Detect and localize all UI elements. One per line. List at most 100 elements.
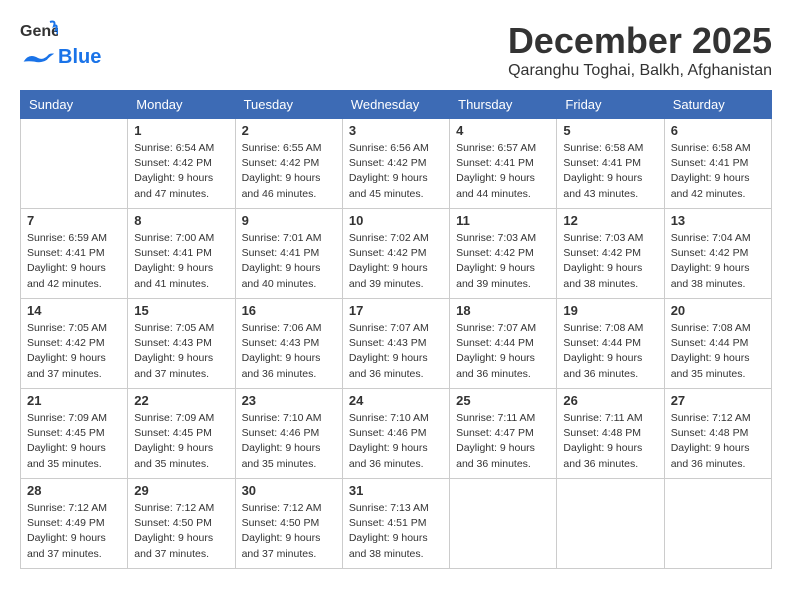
day-info: Sunrise: 7:11 AMSunset: 4:47 PMDaylight:… [456,411,550,472]
week-row-4: 28Sunrise: 7:12 AMSunset: 4:49 PMDayligh… [21,479,772,569]
day-info: Sunrise: 6:59 AMSunset: 4:41 PMDaylight:… [27,231,121,292]
calendar-cell: 28Sunrise: 7:12 AMSunset: 4:49 PMDayligh… [21,479,128,569]
calendar-cell: 23 Sunrise: 7:10 AMSunset: 4:46 PMDayligh… [235,389,342,479]
logo-bird-icon [20,47,56,69]
day-number: 28 [27,483,121,498]
day-info: Sunrise: 7:04 AMSunset: 4:42 PMDaylight:… [671,231,765,292]
calendar-cell: 31 Sunrise: 7:13 AMSunset: 4:51 PMDayligh… [342,479,449,569]
calendar-cell: 19 Sunrise: 7:08 AMSunset: 4:44 PMDayligh… [557,299,664,389]
day-number: 1 [134,123,228,138]
day-info: Sunrise: 6:58 AMSunset: 4:41 PMDaylight:… [671,141,765,202]
day-info: Sunrise: 7:01 AMSunset: 4:41 PMDaylight:… [242,231,336,292]
calendar-cell: 15 Sunrise: 7:05 AMSunset: 4:43 PMDayligh… [128,299,235,389]
day-number: 20 [671,303,765,318]
week-row-0: 1Sunrise: 6:54 AMSunset: 4:42 PMDaylight… [21,119,772,209]
day-number: 23 [242,393,336,408]
month-title: December 2025 [508,20,772,62]
day-info: Sunrise: 7:03 AMSunset: 4:42 PMDaylight:… [456,231,550,292]
calendar-cell: 10 Sunrise: 7:02 AMSunset: 4:42 PMDayligh… [342,209,449,299]
calendar-cell: 12 Sunrise: 7:03 AMSunset: 4:42 PMDayligh… [557,209,664,299]
header-wednesday: Wednesday [342,91,449,119]
day-info: Sunrise: 7:12 AMSunset: 4:50 PMDaylight:… [134,501,228,562]
calendar-cell [450,479,557,569]
day-number: 4 [456,123,550,138]
day-info: Sunrise: 6:55 AMSunset: 4:42 PMDaylight:… [242,141,336,202]
calendar-cell [664,479,771,569]
calendar-cell: 3Sunrise: 6:56 AMSunset: 4:42 PMDaylight… [342,119,449,209]
day-info: Sunrise: 7:05 AMSunset: 4:43 PMDaylight:… [134,321,228,382]
calendar-cell: 21Sunrise: 7:09 AMSunset: 4:45 PMDayligh… [21,389,128,479]
calendar-cell [21,119,128,209]
day-number: 26 [563,393,657,408]
header-monday: Monday [128,91,235,119]
day-number: 17 [349,303,443,318]
day-info: Sunrise: 6:57 AMSunset: 4:41 PMDaylight:… [456,141,550,202]
day-number: 22 [134,393,228,408]
header-thursday: Thursday [450,91,557,119]
day-info: Sunrise: 7:12 AMSunset: 4:50 PMDaylight:… [242,501,336,562]
calendar-cell: 8 Sunrise: 7:00 AMSunset: 4:41 PMDaylight… [128,209,235,299]
svg-text:General: General [20,23,58,40]
calendar-cell [557,479,664,569]
logo: General Blue [20,20,101,69]
day-info: Sunrise: 7:03 AMSunset: 4:42 PMDaylight:… [563,231,657,292]
day-number: 29 [134,483,228,498]
calendar-cell: 18 Sunrise: 7:07 AMSunset: 4:44 PMDayligh… [450,299,557,389]
calendar-cell: 5 Sunrise: 6:58 AMSunset: 4:41 PMDaylight… [557,119,664,209]
day-number: 11 [456,213,550,228]
day-number: 8 [134,213,228,228]
calendar-cell: 27 Sunrise: 7:12 AMSunset: 4:48 PMDayligh… [664,389,771,479]
calendar-cell: 24Sunrise: 7:10 AMSunset: 4:46 PMDayligh… [342,389,449,479]
day-info: Sunrise: 7:12 AMSunset: 4:48 PMDaylight:… [671,411,765,472]
day-number: 6 [671,123,765,138]
calendar-header-row: SundayMondayTuesdayWednesdayThursdayFrid… [21,91,772,119]
day-info: Sunrise: 7:07 AMSunset: 4:44 PMDaylight:… [456,321,550,382]
day-number: 10 [349,213,443,228]
day-info: Sunrise: 7:07 AMSunset: 4:43 PMDaylight:… [349,321,443,382]
day-number: 18 [456,303,550,318]
week-row-1: 7Sunrise: 6:59 AMSunset: 4:41 PMDaylight… [21,209,772,299]
calendar-cell: 13 Sunrise: 7:04 AMSunset: 4:42 PMDayligh… [664,209,771,299]
day-info: Sunrise: 7:09 AMSunset: 4:45 PMDaylight:… [27,411,121,472]
calendar-cell: 11 Sunrise: 7:03 AMSunset: 4:42 PMDayligh… [450,209,557,299]
calendar-cell: 22 Sunrise: 7:09 AMSunset: 4:45 PMDayligh… [128,389,235,479]
day-info: Sunrise: 6:56 AMSunset: 4:42 PMDaylight:… [349,141,443,202]
calendar-cell: 14 Sunrise: 7:05 AMSunset: 4:42 PMDayligh… [21,299,128,389]
header-saturday: Saturday [664,91,771,119]
day-number: 14 [27,303,121,318]
day-number: 15 [134,303,228,318]
calendar-cell: 4 Sunrise: 6:57 AMSunset: 4:41 PMDaylight… [450,119,557,209]
day-number: 19 [563,303,657,318]
day-info: Sunrise: 7:06 AMSunset: 4:43 PMDaylight:… [242,321,336,382]
calendar-cell: 20 Sunrise: 7:08 AMSunset: 4:44 PMDayligh… [664,299,771,389]
week-row-3: 21Sunrise: 7:09 AMSunset: 4:45 PMDayligh… [21,389,772,479]
day-number: 12 [563,213,657,228]
day-number: 16 [242,303,336,318]
day-info: Sunrise: 7:11 AMSunset: 4:48 PMDaylight:… [563,411,657,472]
day-info: Sunrise: 7:08 AMSunset: 4:44 PMDaylight:… [671,321,765,382]
header-friday: Friday [557,91,664,119]
day-number: 30 [242,483,336,498]
week-row-2: 14 Sunrise: 7:05 AMSunset: 4:42 PMDayligh… [21,299,772,389]
header-tuesday: Tuesday [235,91,342,119]
day-info: Sunrise: 6:58 AMSunset: 4:41 PMDaylight:… [563,141,657,202]
calendar-cell: 29 Sunrise: 7:12 AMSunset: 4:50 PMDayligh… [128,479,235,569]
day-number: 5 [563,123,657,138]
day-number: 9 [242,213,336,228]
day-info: Sunrise: 7:02 AMSunset: 4:42 PMDaylight:… [349,231,443,292]
calendar-cell: 26 Sunrise: 7:11 AMSunset: 4:48 PMDayligh… [557,389,664,479]
day-info: Sunrise: 7:00 AMSunset: 4:41 PMDaylight:… [134,231,228,292]
day-number: 27 [671,393,765,408]
day-info: Sunrise: 7:13 AMSunset: 4:51 PMDaylight:… [349,501,443,562]
calendar-cell: 9 Sunrise: 7:01 AMSunset: 4:41 PMDaylight… [235,209,342,299]
day-number: 31 [349,483,443,498]
calendar-cell: 16 Sunrise: 7:06 AMSunset: 4:43 PMDayligh… [235,299,342,389]
title-block: December 2025 Qaranghu Toghai, Balkh, Af… [508,20,772,80]
calendar-cell: 7Sunrise: 6:59 AMSunset: 4:41 PMDaylight… [21,209,128,299]
day-info: Sunrise: 7:09 AMSunset: 4:45 PMDaylight:… [134,411,228,472]
day-info: Sunrise: 7:08 AMSunset: 4:44 PMDaylight:… [563,321,657,382]
day-info: Sunrise: 7:10 AMSunset: 4:46 PMDaylight:… [242,411,336,472]
day-info: Sunrise: 7:05 AMSunset: 4:42 PMDaylight:… [27,321,121,382]
day-number: 13 [671,213,765,228]
calendar-cell: 6 Sunrise: 6:58 AMSunset: 4:41 PMDaylight… [664,119,771,209]
